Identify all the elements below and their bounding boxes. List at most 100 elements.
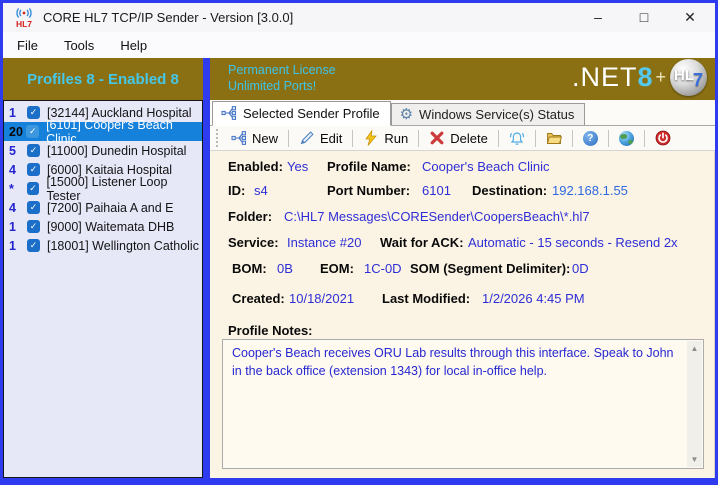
id-label: ID: [228, 183, 245, 198]
instance-number: 20 [4, 125, 26, 139]
enabled-checkbox-icon[interactable] [27, 163, 40, 176]
som-label: SOM (Segment Delimiter): [410, 261, 570, 276]
instance-number: 1 [4, 106, 27, 120]
tab-selected-sender-profile[interactable]: Selected Sender Profile [212, 101, 391, 126]
profile-row-label: [9000] Waitemata DHB [47, 220, 174, 234]
help-button[interactable]: ? [577, 129, 604, 148]
notification-bell-button[interactable] [503, 128, 531, 148]
profile-notes-text: Cooper's Beach receives ORU Lab results … [232, 346, 674, 378]
bom-value: 0B [277, 261, 293, 276]
menu-file[interactable]: File [17, 38, 38, 53]
enabled-checkbox-icon[interactable] [27, 182, 40, 195]
notification-bell-icon [509, 130, 525, 146]
profile-detail-panel: Enabled: Yes Profile Name: Cooper's Beac… [210, 151, 715, 478]
profile-list: 1 [32144] Auckland Hospital 20 [6101] Co… [3, 100, 203, 478]
enabled-checkbox-icon[interactable] [27, 239, 40, 252]
enabled-checkbox-icon[interactable] [27, 106, 40, 119]
scrollbar-down-icon[interactable] [687, 452, 702, 467]
profile-row[interactable]: 4 [7200] Paihaia A and E [4, 198, 202, 217]
scrollbar-up-icon[interactable] [687, 341, 702, 356]
delete-button[interactable]: Delete [423, 128, 494, 148]
menu-tools[interactable]: Tools [64, 38, 94, 53]
service-label: Service: [228, 235, 279, 250]
enabled-checkbox-icon[interactable] [27, 201, 40, 214]
edit-button[interactable]: Edit [293, 128, 348, 148]
enabled-value: Yes [287, 159, 308, 174]
run-lightning-icon [363, 130, 379, 146]
ack-label: Wait for ACK: [380, 235, 464, 250]
profile-row[interactable]: 5 [11000] Dunedin Hospital [4, 141, 202, 160]
destination-value: 192.168.1.55 [552, 183, 628, 198]
eom-label: EOM: [320, 261, 354, 276]
toolbar-separator [572, 130, 573, 147]
power-icon [655, 130, 671, 146]
power-button[interactable] [649, 128, 677, 148]
profile-row-label: [7200] Paihaia A and E [47, 201, 174, 215]
menu-help[interactable]: Help [120, 38, 147, 53]
open-folder-button[interactable] [540, 128, 568, 148]
eom-value: 1C-0D [364, 261, 402, 276]
profile-row-label: [11000] Dunedin Hospital [47, 144, 186, 158]
license-text: Permanent License Unlimited Ports! [228, 62, 336, 94]
enabled-checkbox-icon[interactable] [26, 125, 39, 138]
web-globe-button[interactable] [613, 129, 640, 148]
port-value: 6101 [422, 183, 451, 198]
minimize-button[interactable]: – [575, 3, 621, 32]
dotnet-text: .NET [572, 62, 638, 93]
tab-label: Selected Sender Profile [243, 106, 380, 121]
delete-button-label: Delete [450, 131, 488, 146]
new-profile-icon [231, 130, 247, 146]
toolbar-grip-handle[interactable] [215, 129, 220, 147]
tab-label: Windows Service(s) Status [419, 107, 574, 122]
new-button[interactable]: New [225, 128, 284, 148]
web-globe-icon [619, 131, 634, 146]
title-bar: HL7 CORE HL7 TCP/IP Sender - Version [3.… [3, 3, 715, 32]
open-folder-icon [546, 130, 562, 146]
hl7-globe-hl-text: HL [674, 67, 694, 84]
profile-row[interactable]: 1 [9000] Waitemata DHB [4, 217, 202, 236]
toolbar-separator [352, 130, 353, 147]
profile-name-label: Profile Name: [327, 159, 411, 174]
plus-text: + [655, 67, 666, 88]
profile-row-selected[interactable]: 20 [6101] Cooper's Beach Clinic [4, 122, 202, 141]
id-value: s4 [254, 183, 268, 198]
menu-bar: File Tools Help [3, 32, 715, 58]
right-pane: Permanent License Unlimited Ports! .NET … [210, 58, 715, 478]
profile-row[interactable]: 1 [18001] Wellington Catholic [4, 236, 202, 255]
help-icon: ? [583, 131, 598, 146]
profiles-sidebar: Profiles 8 - Enabled 8 1 [32144] Aucklan… [3, 58, 203, 478]
instance-number: 4 [4, 201, 27, 215]
modified-value: 1/2/2026 4:45 PM [482, 291, 585, 306]
dotnet-8-text: 8 [637, 62, 652, 93]
profile-row-label: [15000] Listener Loop Tester [46, 175, 202, 203]
toolbar: New Edit [210, 126, 715, 151]
profile-name-value: Cooper's Beach Clinic [422, 159, 550, 174]
port-label: Port Number: [327, 183, 410, 198]
folder-label: Folder: [228, 209, 272, 224]
service-value: Instance #20 [287, 235, 361, 250]
instance-number: 4 [4, 163, 27, 177]
field-row-3: Folder: C:\HL7 Messages\CORESender\Coope… [210, 209, 714, 227]
close-button[interactable]: ✕ [667, 3, 713, 32]
license-line2: Unlimited Ports! [228, 78, 336, 94]
profile-row[interactable]: * [15000] Listener Loop Tester [4, 179, 202, 198]
panel-divider [203, 58, 210, 478]
toolbar-separator [535, 130, 536, 147]
created-label: Created: [232, 291, 285, 306]
profile-row-label: [6101] Cooper's Beach Clinic [46, 118, 202, 146]
tab-windows-service-status[interactable]: ⚙ Windows Service(s) Status [391, 103, 586, 125]
new-button-label: New [252, 131, 278, 146]
profile-row-label: [18001] Wellington Catholic [47, 239, 199, 253]
enabled-checkbox-icon[interactable] [27, 220, 40, 233]
maximize-button[interactable]: □ [621, 3, 667, 32]
profile-notes-textarea[interactable]: Cooper's Beach receives ORU Lab results … [222, 339, 704, 469]
notes-scrollbar[interactable] [687, 341, 702, 467]
som-value: 0D [572, 261, 589, 276]
window-title: CORE HL7 TCP/IP Sender - Version [3.0.0] [43, 10, 293, 25]
license-banner: Permanent License Unlimited Ports! .NET … [210, 58, 715, 100]
hl7-app-icon: HL7 [13, 7, 35, 29]
enabled-checkbox-icon[interactable] [27, 144, 40, 157]
field-row-5: BOM: 0B EOM: 1C-0D SOM (Segment Delimite… [210, 261, 714, 279]
run-button[interactable]: Run [357, 128, 414, 148]
created-value: 10/18/2021 [289, 291, 354, 306]
